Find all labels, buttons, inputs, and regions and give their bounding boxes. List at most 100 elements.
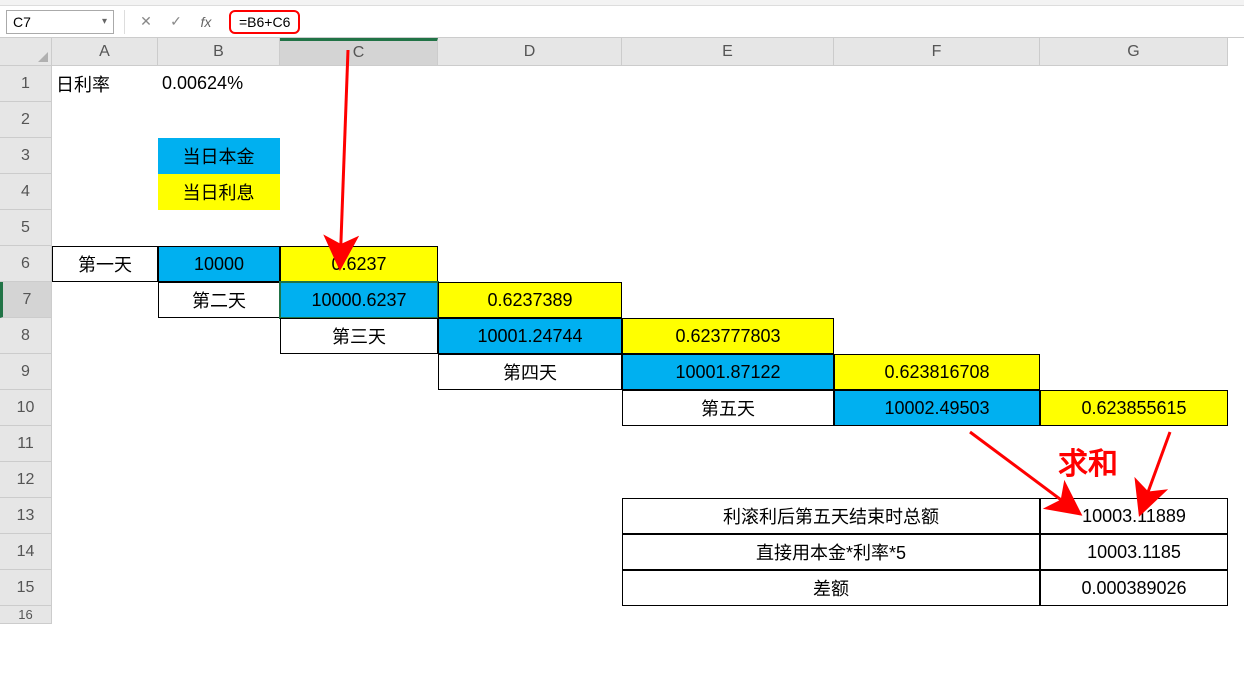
row-header-6[interactable]: 6 bbox=[0, 246, 52, 282]
cell-C4[interactable] bbox=[280, 174, 438, 210]
cell-A1[interactable]: 日利率 bbox=[52, 66, 158, 102]
cell-G14[interactable]: 10003.1185 bbox=[1040, 534, 1228, 570]
cell-A12[interactable] bbox=[52, 462, 158, 498]
cell-D15[interactable] bbox=[438, 570, 622, 606]
cell-B14[interactable] bbox=[158, 534, 280, 570]
cell-B13[interactable] bbox=[158, 498, 280, 534]
row-header-9[interactable]: 9 bbox=[0, 354, 52, 390]
cell-D14[interactable] bbox=[438, 534, 622, 570]
cell-E6[interactable] bbox=[622, 246, 834, 282]
cell-D13[interactable] bbox=[438, 498, 622, 534]
cell-C1[interactable] bbox=[280, 66, 438, 102]
cell-G8[interactable] bbox=[1040, 318, 1228, 354]
cell-C3[interactable] bbox=[280, 138, 438, 174]
enter-icon[interactable]: ✓ bbox=[165, 13, 187, 30]
cell-F2[interactable] bbox=[834, 102, 1040, 138]
cell-F10[interactable]: 10002.49503 bbox=[834, 390, 1040, 426]
cell-A10[interactable] bbox=[52, 390, 158, 426]
cell-A13[interactable] bbox=[52, 498, 158, 534]
row-header-7[interactable]: 7 bbox=[0, 282, 52, 318]
cell-G2[interactable] bbox=[1040, 102, 1228, 138]
row-header-11[interactable]: 11 bbox=[0, 426, 52, 462]
cell-G9[interactable] bbox=[1040, 354, 1228, 390]
col-header-F[interactable]: F bbox=[834, 38, 1040, 66]
cell-B12[interactable] bbox=[158, 462, 280, 498]
cell-C15[interactable] bbox=[280, 570, 438, 606]
cell-D8[interactable]: 10001.24744 bbox=[438, 318, 622, 354]
row-header-8[interactable]: 8 bbox=[0, 318, 52, 354]
cell-C8[interactable]: 第三天 bbox=[280, 318, 438, 354]
cell-F3[interactable] bbox=[834, 138, 1040, 174]
cell-G6[interactable] bbox=[1040, 246, 1228, 282]
col-header-G[interactable]: G bbox=[1040, 38, 1228, 66]
spreadsheet[interactable]: A B C D E F G 1 日利率 0.00624% 2 3 当日本金 bbox=[0, 38, 1244, 624]
name-box[interactable]: C7 ▾ bbox=[6, 10, 114, 34]
cell-E3[interactable] bbox=[622, 138, 834, 174]
cell-B10[interactable] bbox=[158, 390, 280, 426]
cell-E5[interactable] bbox=[622, 210, 834, 246]
cell-B5[interactable] bbox=[158, 210, 280, 246]
cell-B11[interactable] bbox=[158, 426, 280, 462]
cell-A14[interactable] bbox=[52, 534, 158, 570]
cell-C7[interactable]: 10000.6237 bbox=[280, 282, 438, 318]
col-header-C[interactable]: C bbox=[280, 38, 438, 66]
cell-E1[interactable] bbox=[622, 66, 834, 102]
cell-D7[interactable]: 0.6237389 bbox=[438, 282, 622, 318]
col-header-B[interactable]: B bbox=[158, 38, 280, 66]
cell-C10[interactable] bbox=[280, 390, 438, 426]
cell-A6[interactable]: 第一天 bbox=[52, 246, 158, 282]
select-all-corner[interactable] bbox=[0, 38, 52, 66]
cell-D4[interactable] bbox=[438, 174, 622, 210]
cell-G13[interactable]: 10003.11889 bbox=[1040, 498, 1228, 534]
col-header-A[interactable]: A bbox=[52, 38, 158, 66]
col-header-E[interactable]: E bbox=[622, 38, 834, 66]
row-header-10[interactable]: 10 bbox=[0, 390, 52, 426]
row-header-16[interactable]: 16 bbox=[0, 606, 52, 624]
cell-C6[interactable]: 0.6237 bbox=[280, 246, 438, 282]
row-header-5[interactable]: 5 bbox=[0, 210, 52, 246]
cell-F12[interactable] bbox=[834, 462, 1040, 498]
cell-E7[interactable] bbox=[622, 282, 834, 318]
cell-D6[interactable] bbox=[438, 246, 622, 282]
cell-E9[interactable]: 10001.87122 bbox=[622, 354, 834, 390]
cell-F6[interactable] bbox=[834, 246, 1040, 282]
row-header-3[interactable]: 3 bbox=[0, 138, 52, 174]
cell-B6[interactable]: 10000 bbox=[158, 246, 280, 282]
fx-icon[interactable]: fx bbox=[195, 14, 217, 30]
cell-B7[interactable]: 第二天 bbox=[158, 282, 280, 318]
cell-G15[interactable]: 0.000389026 bbox=[1040, 570, 1228, 606]
cell-F7[interactable] bbox=[834, 282, 1040, 318]
cell-B2[interactable] bbox=[158, 102, 280, 138]
cell-D1[interactable] bbox=[438, 66, 622, 102]
cell-B3[interactable]: 当日本金 bbox=[158, 138, 280, 174]
cell-D10[interactable] bbox=[438, 390, 622, 426]
cell-B4[interactable]: 当日利息 bbox=[158, 174, 280, 210]
cell-A15[interactable] bbox=[52, 570, 158, 606]
row-header-15[interactable]: 15 bbox=[0, 570, 52, 606]
formula-input[interactable]: =B6+C6 bbox=[229, 10, 300, 34]
cell-D11[interactable] bbox=[438, 426, 622, 462]
cell-C14[interactable] bbox=[280, 534, 438, 570]
cell-E10[interactable]: 第五天 bbox=[622, 390, 834, 426]
cell-B9[interactable] bbox=[158, 354, 280, 390]
cell-E4[interactable] bbox=[622, 174, 834, 210]
cell-C2[interactable] bbox=[280, 102, 438, 138]
cell-A7[interactable] bbox=[52, 282, 158, 318]
cell-A9[interactable] bbox=[52, 354, 158, 390]
cell-A2[interactable] bbox=[52, 102, 158, 138]
cell-C9[interactable] bbox=[280, 354, 438, 390]
cell-G5[interactable] bbox=[1040, 210, 1228, 246]
cell-E8[interactable]: 0.623777803 bbox=[622, 318, 834, 354]
cell-G1[interactable] bbox=[1040, 66, 1228, 102]
row-header-13[interactable]: 13 bbox=[0, 498, 52, 534]
cell-G7[interactable] bbox=[1040, 282, 1228, 318]
row-header-12[interactable]: 12 bbox=[0, 462, 52, 498]
cell-F8[interactable] bbox=[834, 318, 1040, 354]
cell-D12[interactable] bbox=[438, 462, 622, 498]
cell-E2[interactable] bbox=[622, 102, 834, 138]
row-header-14[interactable]: 14 bbox=[0, 534, 52, 570]
cell-B1[interactable]: 0.00624% bbox=[158, 66, 280, 102]
cell-F11[interactable] bbox=[834, 426, 1040, 462]
cell-B15[interactable] bbox=[158, 570, 280, 606]
col-header-D[interactable]: D bbox=[438, 38, 622, 66]
